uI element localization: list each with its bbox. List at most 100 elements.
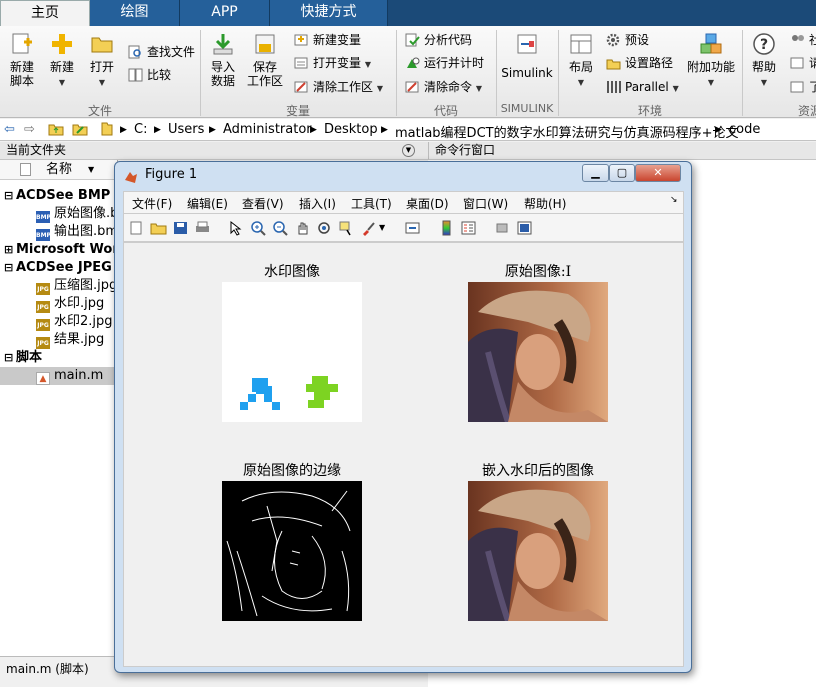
list-item[interactable]: JPG 压缩图.jpg (0, 277, 117, 295)
watermark-image[interactable] (222, 282, 362, 422)
list-group[interactable]: ⊟ 脚本 (0, 349, 117, 367)
address-bar[interactable]: ⇦ ⇨ ▶ C: ▶ Users ▶ Administrator ▶ Deskt… (0, 119, 816, 141)
list-item[interactable]: BMP原始图像.bmp (0, 205, 117, 223)
save-workspace-button[interactable]: 保存 工作区 (244, 32, 286, 88)
tab-plots[interactable]: 绘图 (90, 0, 180, 26)
collapse-icon[interactable]: ⊟ (4, 349, 14, 367)
brush-dropdown-icon[interactable]: ▼ (379, 223, 389, 239)
collapse-icon[interactable]: ⊟ (4, 187, 14, 205)
run-and-time-button[interactable]: 运行并计时 (405, 56, 484, 70)
new-script-button[interactable]: 新建 脚本 (6, 32, 38, 88)
add-ons-button[interactable]: 附加功能 ▼ (686, 32, 736, 90)
menu-file[interactable]: 文件(F) (132, 195, 172, 212)
path-segment[interactable]: Administrator (223, 122, 312, 137)
menu-tools[interactable]: 工具(T) (351, 195, 392, 212)
forward-icon[interactable]: ⇨ (24, 122, 35, 137)
list-group[interactable]: ⊟ ACDSee BMP 图 (0, 187, 117, 205)
show-plot-tools-icon[interactable] (516, 220, 533, 236)
list-group[interactable]: ⊟ACDSee JPEG 图 (0, 259, 117, 277)
list-item[interactable]: JPG 结果.jpg (0, 331, 117, 349)
up-folder-icon[interactable] (48, 122, 64, 140)
save-figure-icon[interactable] (172, 220, 189, 236)
tab-shortcuts[interactable]: 快捷方式 (270, 0, 388, 26)
zoom-in-icon[interactable] (250, 220, 267, 236)
edit-plot-pointer-icon[interactable] (226, 220, 243, 236)
figure-window[interactable]: Figure 1 ▁ ▢ ✕ 文件(F) 编辑(E) 查看(V) 插入(I) 工… (114, 161, 692, 673)
open-variable-button[interactable]: 打开变量 ▼ (294, 56, 371, 72)
figure-canvas[interactable]: 水印图像 原始图像:I 原始图像的边缘 嵌入水印后的图像 (123, 242, 684, 667)
new-figure-icon[interactable] (128, 220, 145, 236)
path-segment[interactable]: matlab编程DCT的数字水印算法研究与仿真源码程序+论文 (395, 122, 738, 141)
colorbar-icon[interactable] (438, 220, 455, 236)
path-segment[interactable]: Desktop (324, 122, 378, 137)
path-segment[interactable]: Users (168, 122, 204, 137)
import-icon (211, 32, 235, 56)
new-script-icon (10, 32, 34, 56)
close-button[interactable]: ✕ (635, 164, 681, 182)
menu-dock-arrow-icon[interactable]: ↘ (670, 195, 678, 205)
original-image[interactable] (468, 282, 608, 423)
watermarked-image[interactable] (468, 481, 608, 622)
sort-descending-icon[interactable]: ▼ (88, 160, 94, 180)
figure-title-bar[interactable]: Figure 1 ▁ ▢ ✕ (115, 162, 691, 190)
new-button[interactable]: 新建 ▼ (46, 32, 78, 90)
zoom-out-icon[interactable] (272, 220, 289, 236)
find-files-button[interactable]: 查找文件 (128, 45, 195, 59)
learn-button[interactable]: 了 (790, 80, 816, 94)
link-plot-icon[interactable] (404, 220, 421, 236)
clear-workspace-button[interactable]: 清除工作区 ▼ (294, 80, 383, 96)
analyze-code-button[interactable]: 分析代码 (405, 33, 472, 47)
open-file-icon[interactable] (150, 220, 167, 236)
data-cursor-icon[interactable] (338, 220, 355, 236)
path-segment[interactable]: code (729, 122, 760, 137)
add-ons-icon (699, 32, 723, 56)
maximize-button[interactable]: ▢ (609, 164, 635, 182)
simulink-icon (515, 32, 539, 56)
preferences-button[interactable]: 预设 (606, 33, 649, 47)
request-support-button[interactable]: 请 (790, 56, 816, 70)
legend-icon[interactable] (460, 220, 477, 236)
community-button[interactable]: 社 (790, 33, 816, 47)
browse-folder-icon[interactable] (72, 122, 88, 140)
list-item[interactable]: JPG 水印.jpg (0, 295, 117, 313)
edge-image[interactable] (222, 481, 362, 621)
clear-workspace-label: 清除工作区 (313, 80, 374, 94)
open-button[interactable]: 打开 ▼ (86, 32, 118, 90)
set-path-button[interactable]: 设置路径 (606, 56, 673, 70)
help-button[interactable]: ? 帮助 ▼ (748, 32, 780, 90)
list-item[interactable]: JPG 水印2.jpg (0, 313, 117, 331)
menu-desktop[interactable]: 桌面(D) (406, 195, 449, 212)
menu-edit[interactable]: 编辑(E) (187, 195, 228, 212)
menu-insert[interactable]: 插入(I) (299, 195, 336, 212)
simulink-button[interactable]: Simulink (500, 32, 554, 80)
name-column-header[interactable]: 名称 (46, 160, 72, 180)
pan-hand-icon[interactable] (294, 220, 311, 236)
path-segment[interactable]: C: (134, 122, 147, 137)
list-item[interactable]: BMP输出图.bmp (0, 223, 117, 241)
list-item[interactable]: ▲ main.m (0, 367, 117, 385)
rotate-3d-icon[interactable] (316, 220, 333, 236)
panel-actions-icon[interactable]: ▼ (402, 144, 415, 157)
list-group[interactable]: ⊞ Microsoft Word (0, 241, 117, 259)
parallel-button[interactable]: Parallel ▼ (606, 80, 679, 96)
clear-commands-button[interactable]: 清除命令 ▼ (405, 80, 482, 96)
tab-home[interactable]: 主页 (0, 0, 90, 27)
analyze-code-label: 分析代码 (424, 33, 473, 47)
minimize-button[interactable]: ▁ (582, 164, 609, 182)
collapse-icon[interactable]: ⊟ (4, 259, 14, 277)
layout-button[interactable]: 布局 ▼ (564, 32, 598, 90)
new-variable-button[interactable]: 新建变量 (294, 33, 361, 47)
brush-icon[interactable] (360, 220, 377, 236)
menu-window[interactable]: 窗口(W) (463, 195, 508, 212)
hide-plot-tools-icon[interactable] (494, 220, 511, 236)
menu-help[interactable]: 帮助(H) (524, 195, 566, 212)
new-label: 新建 (49, 60, 74, 74)
compare-button[interactable]: 比较 (128, 68, 171, 82)
print-figure-icon[interactable] (194, 220, 211, 236)
chevron-down-icon: ▼ (475, 84, 482, 93)
menu-view[interactable]: 查看(V) (242, 195, 284, 212)
import-data-button[interactable]: 导入 数据 (206, 32, 240, 88)
back-icon[interactable]: ⇦ (4, 122, 15, 137)
expand-icon[interactable]: ⊞ (4, 241, 14, 259)
tab-apps[interactable]: APP (180, 0, 270, 26)
